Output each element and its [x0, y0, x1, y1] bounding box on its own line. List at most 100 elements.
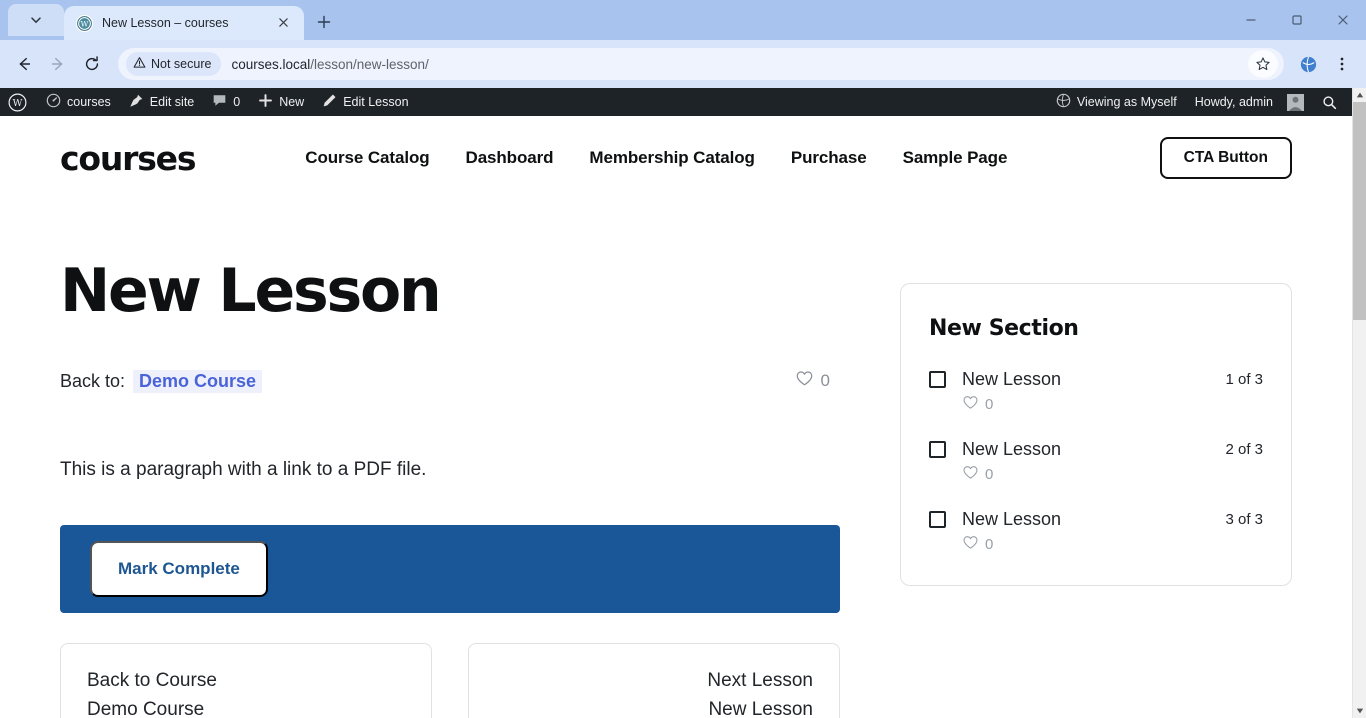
- reload-icon[interactable]: [76, 48, 108, 80]
- lesson-name[interactable]: New Lesson: [962, 509, 1061, 530]
- lesson-like-widget[interactable]: 0: [962, 464, 1263, 485]
- url-host: courses.local: [231, 56, 311, 72]
- back-to-course-link[interactable]: Demo Course: [133, 369, 263, 393]
- back-to-row: Back to: Demo Course 0: [60, 369, 840, 393]
- url-path: /lesson/new-lesson/: [310, 56, 429, 72]
- main-column: New Lesson Back to: Demo Course 0 This i…: [60, 260, 840, 718]
- eye-globe-icon: [1056, 93, 1071, 111]
- back-to-course-card-label: Back to Course: [87, 670, 217, 691]
- minimize-button[interactable]: [1228, 3, 1274, 37]
- lesson-row-top: New Lesson 1 of 3: [929, 369, 1263, 390]
- admin-bar-site-label: courses: [67, 95, 111, 109]
- tab-strip: W New Lesson – courses: [0, 0, 1366, 40]
- nav-item-purchase[interactable]: Purchase: [791, 148, 867, 168]
- next-lesson-card-label: Next Lesson: [707, 670, 813, 691]
- nav-item-course-catalog[interactable]: Course Catalog: [305, 148, 429, 168]
- lesson-paragraph: This is a paragraph with a link to a PDF…: [60, 459, 427, 480]
- forward-arrow-icon[interactable]: [42, 48, 74, 80]
- lesson-complete-checkbox[interactable]: [929, 371, 946, 388]
- back-to-course-card-title: Demo Course: [87, 699, 205, 718]
- admin-bar-new-label: New: [279, 95, 305, 109]
- page-viewport: W courses Edit site 0 New Edit Lesson Vi…: [0, 88, 1366, 718]
- window-controls: [1228, 0, 1366, 40]
- close-icon[interactable]: [278, 15, 294, 31]
- admin-bar-item-edit-site[interactable]: Edit site: [120, 88, 203, 116]
- list-item[interactable]: New Lesson 1 of 3 0: [929, 369, 1263, 415]
- admin-bar-right: Viewing as Myself Howdy, admin: [1047, 88, 1346, 116]
- lesson-complete-checkbox[interactable]: [929, 511, 946, 528]
- admin-bar-edit-lesson-label: Edit Lesson: [343, 95, 409, 109]
- back-arrow-icon[interactable]: [8, 48, 40, 80]
- like-widget[interactable]: 0: [795, 369, 830, 393]
- pencil-icon: [322, 93, 337, 111]
- address-bar[interactable]: Not secure courses.local/lesson/new-less…: [118, 48, 1284, 80]
- warning-triangle-icon: [133, 56, 146, 72]
- scroll-down-arrow-icon[interactable]: [1353, 704, 1366, 718]
- admin-bar-item-site[interactable]: courses: [37, 88, 120, 116]
- close-window-button[interactable]: [1320, 3, 1366, 37]
- three-dot-menu-icon[interactable]: [1326, 48, 1358, 80]
- lesson-complete-checkbox[interactable]: [929, 441, 946, 458]
- page-scrollbar[interactable]: [1352, 88, 1366, 718]
- main-navigation: Course Catalog Dashboard Membership Cata…: [305, 148, 1007, 168]
- plus-icon: [258, 93, 273, 111]
- admin-bar-comment-count: 0: [233, 95, 241, 109]
- heart-icon: [795, 369, 814, 393]
- heart-icon: [962, 394, 979, 415]
- lesson-like-count: 0: [985, 466, 994, 483]
- browser-tab[interactable]: W New Lesson – courses: [64, 6, 304, 40]
- mark-complete-bar: Mark Complete: [60, 525, 840, 613]
- nav-item-dashboard[interactable]: Dashboard: [466, 148, 554, 168]
- maximize-button[interactable]: [1274, 3, 1320, 37]
- lesson-position: 3 of 3: [1225, 511, 1263, 528]
- admin-bar-item-edit-lesson[interactable]: Edit Lesson: [313, 88, 417, 116]
- avatar: [1287, 93, 1304, 111]
- list-item[interactable]: New Lesson 2 of 3 0: [929, 439, 1263, 485]
- list-item[interactable]: New Lesson 3 of 3 0: [929, 509, 1263, 555]
- heart-icon: [962, 534, 979, 555]
- scrollbar-thumb[interactable]: [1353, 102, 1366, 320]
- search-icon[interactable]: [1313, 88, 1346, 116]
- security-status[interactable]: Not secure: [126, 52, 222, 76]
- svg-text:W: W: [13, 97, 23, 108]
- course-outline-card: New Section New Lesson 1 of 3 0 New Less…: [900, 283, 1292, 586]
- scroll-up-arrow-icon[interactable]: [1353, 88, 1366, 102]
- admin-bar-viewing-as[interactable]: Viewing as Myself: [1047, 88, 1186, 116]
- lesson-position: 1 of 3: [1225, 371, 1263, 388]
- nav-item-membership-catalog[interactable]: Membership Catalog: [589, 148, 755, 168]
- site-header: courses Course Catalog Dashboard Members…: [0, 116, 1352, 200]
- lesson-name[interactable]: New Lesson: [962, 439, 1061, 460]
- next-lesson-card[interactable]: Next Lesson New Lesson: [468, 643, 840, 718]
- new-tab-button[interactable]: [310, 8, 338, 36]
- heart-icon: [962, 464, 979, 485]
- like-count: 0: [820, 371, 830, 390]
- dashboard-icon: [46, 93, 61, 111]
- back-to-label: Back to:: [60, 370, 126, 391]
- admin-bar-howdy[interactable]: Howdy, admin: [1186, 88, 1313, 116]
- lesson-like-count: 0: [985, 536, 994, 553]
- browser-toolbar: Not secure courses.local/lesson/new-less…: [0, 40, 1366, 88]
- cta-button[interactable]: CTA Button: [1159, 137, 1292, 179]
- site-logo[interactable]: courses: [60, 139, 196, 178]
- back-to-course-card[interactable]: Back to Course Demo Course: [60, 643, 432, 718]
- lesson-name[interactable]: New Lesson: [962, 369, 1061, 390]
- wordpress-icon: W: [76, 14, 93, 32]
- lesson-position: 2 of 3: [1225, 441, 1263, 458]
- svg-text:W: W: [81, 19, 89, 28]
- page-title: New Lesson: [60, 256, 442, 326]
- tab-search-button[interactable]: [8, 4, 64, 36]
- section-title: New Section: [929, 316, 1079, 341]
- lesson-like-widget[interactable]: 0: [962, 534, 1263, 555]
- extension-icon[interactable]: [1292, 48, 1324, 80]
- wordpress-logo[interactable]: W: [0, 88, 37, 116]
- admin-bar-item-comments[interactable]: 0: [203, 88, 249, 116]
- lesson-like-count: 0: [985, 396, 994, 413]
- comment-icon: [212, 93, 227, 111]
- lesson-row-top: New Lesson 2 of 3: [929, 439, 1263, 460]
- admin-bar-edit-site-label: Edit site: [149, 95, 195, 109]
- star-icon[interactable]: [1248, 50, 1278, 78]
- mark-complete-button[interactable]: Mark Complete: [90, 541, 268, 597]
- admin-bar-item-new[interactable]: New: [249, 88, 313, 116]
- lesson-like-widget[interactable]: 0: [962, 394, 1263, 415]
- nav-item-sample-page[interactable]: Sample Page: [903, 148, 1008, 168]
